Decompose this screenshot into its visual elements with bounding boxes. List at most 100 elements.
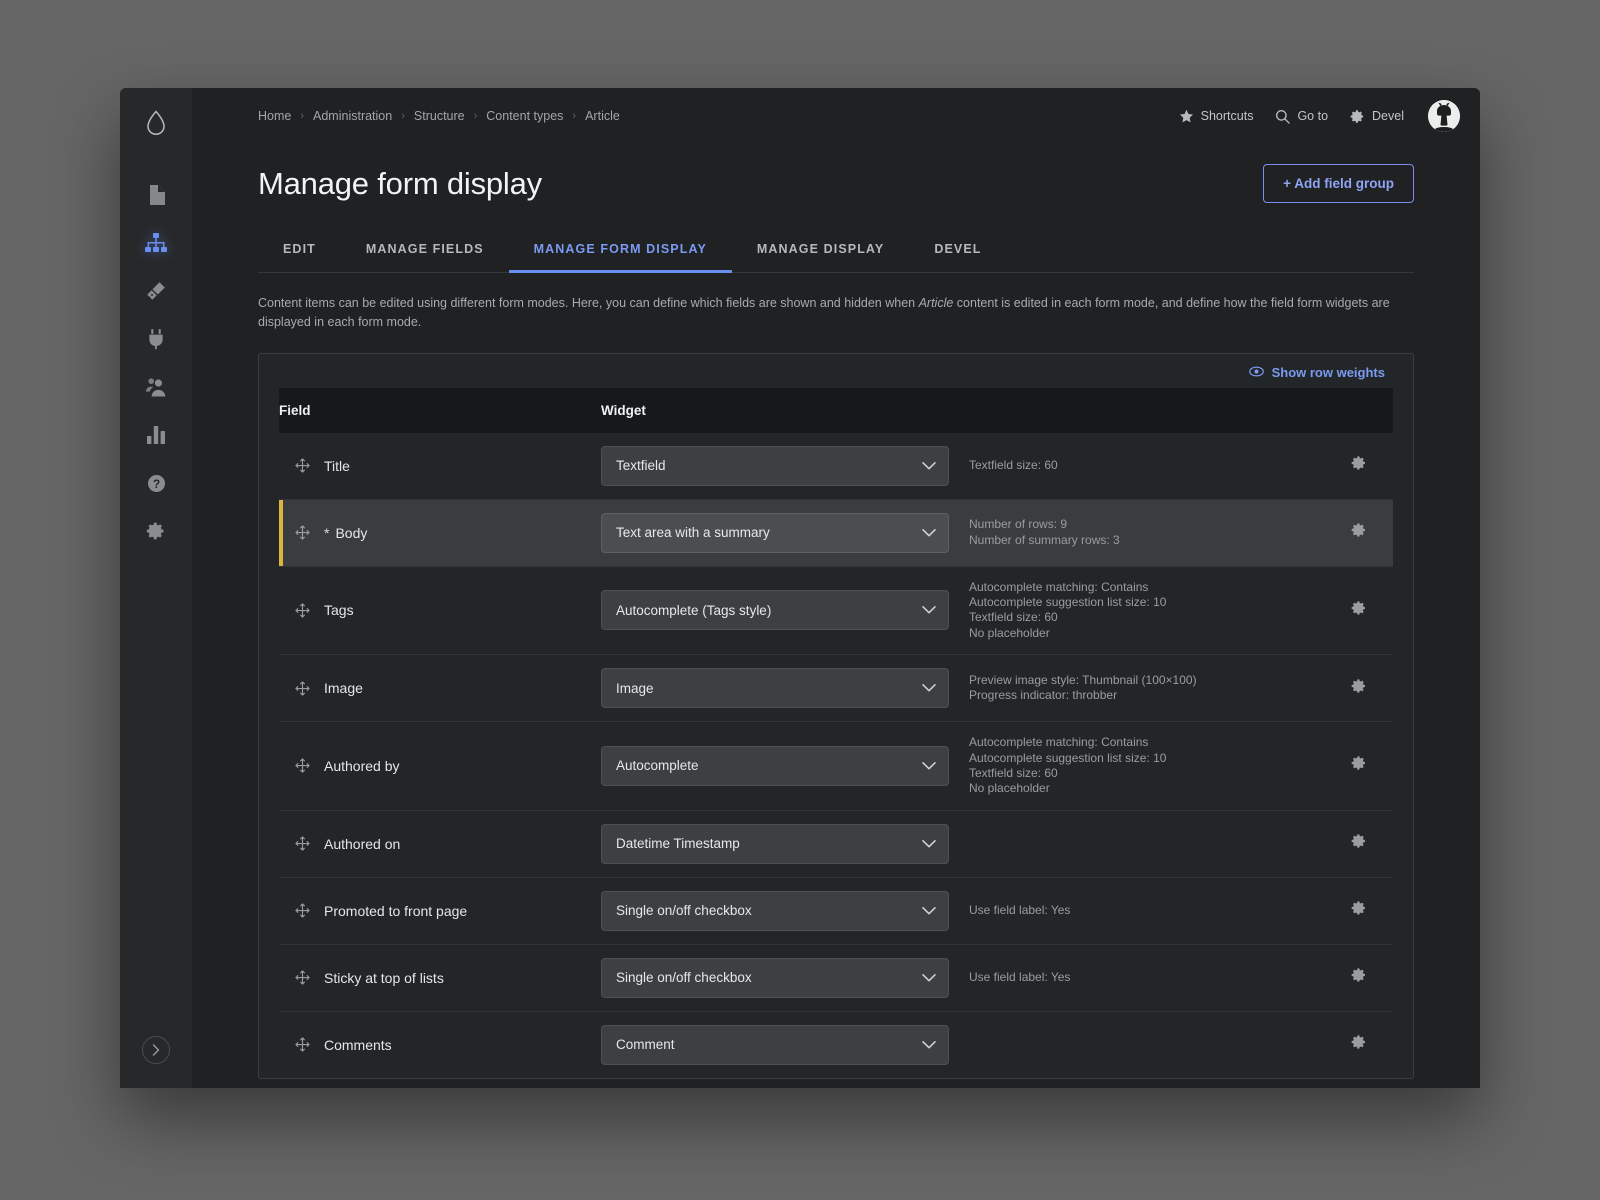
- chevron-down-icon: [922, 906, 936, 915]
- table-row[interactable]: Authored on Datetime Timestamp: [279, 810, 1393, 877]
- widget-select[interactable]: Comment: [601, 1024, 949, 1065]
- table-header-row: Field Widget: [279, 387, 1393, 433]
- goto-button[interactable]: Go to: [1275, 109, 1328, 124]
- row-settings-gear-icon[interactable]: [1351, 600, 1367, 616]
- top-bar-actions: Shortcuts Go to Devel: [1179, 100, 1480, 132]
- description-part1: Content items can be edited using differ…: [258, 296, 919, 310]
- widget-select-value: Image: [616, 680, 654, 696]
- chevron-down-icon: [922, 461, 936, 470]
- row-settings-gear-icon[interactable]: [1351, 755, 1367, 771]
- devel-button[interactable]: Devel: [1350, 109, 1404, 124]
- breadcrumb-separator: ›: [473, 110, 478, 122]
- cell-field: Tags: [279, 566, 601, 654]
- shortcuts-button[interactable]: Shortcuts: [1179, 109, 1253, 124]
- cell-actions: [1323, 433, 1393, 500]
- row-settings-gear-icon[interactable]: [1351, 900, 1367, 916]
- sidebar-item-help[interactable]: ?: [134, 461, 178, 505]
- table-row[interactable]: Promoted to front page Single on/off chec…: [279, 877, 1393, 944]
- sidebar-item-content[interactable]: [134, 173, 178, 217]
- column-header-actions: [1323, 387, 1393, 433]
- sidebar-item-reports[interactable]: [134, 413, 178, 457]
- table-row[interactable]: Comments Comment: [279, 1011, 1393, 1078]
- move-arrows-icon[interactable]: [295, 758, 310, 774]
- sidebar-item-extend[interactable]: [134, 317, 178, 361]
- cell-field: Title: [279, 433, 601, 500]
- summary-line: Preview image style: Thumbnail (100×100): [969, 672, 1197, 687]
- widget-select[interactable]: Textfield: [601, 445, 949, 486]
- row-settings-gear-icon[interactable]: [1351, 833, 1367, 849]
- row-settings-gear-icon[interactable]: [1351, 967, 1367, 983]
- sidebar-expand-button[interactable]: [142, 1036, 170, 1064]
- column-header-field: Field: [279, 387, 601, 433]
- widget-select[interactable]: Text area with a summary: [601, 512, 949, 553]
- table-row[interactable]: Authored by Autocomplete Autocomplete matc…: [279, 721, 1393, 810]
- widget-summary: Use field label: Yes: [959, 903, 1323, 918]
- user-avatar[interactable]: [1428, 100, 1460, 132]
- widget-select[interactable]: Single on/off checkbox: [601, 890, 949, 931]
- move-arrows-icon[interactable]: [295, 836, 310, 851]
- move-arrows-icon[interactable]: [295, 970, 310, 985]
- summary-line: Use field label: Yes: [969, 902, 1071, 917]
- row-settings-gear-icon[interactable]: [1351, 1034, 1367, 1050]
- widget-select[interactable]: Autocomplete: [601, 745, 949, 786]
- breadcrumb-item-structure[interactable]: Structure: [414, 109, 465, 123]
- breadcrumb-separator: ›: [572, 110, 577, 122]
- move-arrows-icon[interactable]: [295, 681, 310, 696]
- table-row[interactable]: Tags Autocomplete (Tags style) Autocomplet…: [279, 566, 1393, 654]
- summary-line: Use field label: Yes: [969, 969, 1071, 984]
- show-row-weights-link[interactable]: Show row weights: [1248, 365, 1385, 380]
- move-arrows-icon[interactable]: [295, 603, 310, 618]
- move-arrows-icon[interactable]: [295, 458, 310, 473]
- widget-select[interactable]: Datetime Timestamp: [601, 823, 949, 864]
- row-settings-gear-icon[interactable]: [1351, 522, 1367, 538]
- sidebar-item-structure[interactable]: [134, 221, 178, 265]
- sidebar-item-appearance[interactable]: [134, 269, 178, 313]
- eye-icon: [1248, 365, 1264, 380]
- widget-select-value: Single on/off checkbox: [616, 903, 752, 919]
- widget-select[interactable]: Image: [601, 668, 949, 709]
- tab-manage-form-display[interactable]: MANAGE FORM DISPLAY: [508, 230, 732, 273]
- cell-field: * Body: [279, 499, 601, 566]
- breadcrumb-item-administration[interactable]: Administration: [313, 109, 392, 123]
- widget-select-value: Comment: [616, 1037, 675, 1053]
- field-label: Comments: [324, 1036, 392, 1053]
- summary-line: Textfield size: 60: [969, 458, 1058, 473]
- chevron-down-icon: [922, 528, 936, 537]
- field-label: Tags: [324, 602, 354, 619]
- row-settings-gear-icon[interactable]: [1351, 455, 1367, 471]
- search-icon: [1275, 109, 1291, 124]
- description-emphasis: Article: [918, 296, 954, 310]
- drupal-droplet-icon[interactable]: [145, 110, 167, 141]
- tab-manage-display[interactable]: MANAGE DISPLAY: [732, 230, 909, 273]
- cell-field: Promoted to front page: [279, 877, 601, 944]
- cell-actions: [1323, 566, 1393, 654]
- move-arrows-icon[interactable]: [295, 525, 310, 540]
- field-label: Body: [335, 524, 368, 541]
- cell-actions: [1323, 877, 1393, 944]
- breadcrumb-item-home[interactable]: Home: [258, 109, 291, 123]
- tab-devel[interactable]: DEVEL: [909, 230, 1006, 273]
- table-row[interactable]: * Body Text area with a summary Number of r…: [279, 499, 1393, 567]
- goto-label: Go to: [1297, 109, 1329, 123]
- table-row[interactable]: Title Textfield Textfield size: 60: [279, 433, 1393, 500]
- widget-select-value: Datetime Timestamp: [616, 836, 740, 852]
- widget-select[interactable]: Single on/off checkbox: [601, 957, 949, 998]
- tab-manage-fields[interactable]: MANAGE FIELDS: [341, 230, 509, 273]
- move-arrows-icon[interactable]: [295, 903, 310, 918]
- breadcrumb-item-article[interactable]: Article: [585, 109, 620, 123]
- widget-select[interactable]: Autocomplete (Tags style): [601, 590, 949, 631]
- row-settings-gear-icon[interactable]: [1351, 678, 1367, 694]
- required-marker: *: [324, 524, 330, 541]
- sidebar-item-configuration[interactable]: [134, 509, 178, 553]
- move-arrows-icon[interactable]: [295, 1037, 310, 1052]
- chevron-down-icon: [922, 973, 936, 982]
- chevron-right-icon: [152, 1044, 160, 1056]
- table-row[interactable]: Sticky at top of lists Single on/off chec…: [279, 944, 1393, 1011]
- table-row[interactable]: Image Image Preview image style: Thumbnail…: [279, 654, 1393, 722]
- sidebar-item-people[interactable]: [134, 365, 178, 409]
- summary-line: Autocomplete matching: Contains: [969, 735, 1149, 750]
- cell-field: Sticky at top of lists: [279, 944, 601, 1011]
- tab-edit[interactable]: EDIT: [258, 230, 341, 273]
- breadcrumb-item-content-types[interactable]: Content types: [486, 109, 563, 123]
- add-field-group-button[interactable]: + Add field group: [1263, 164, 1414, 203]
